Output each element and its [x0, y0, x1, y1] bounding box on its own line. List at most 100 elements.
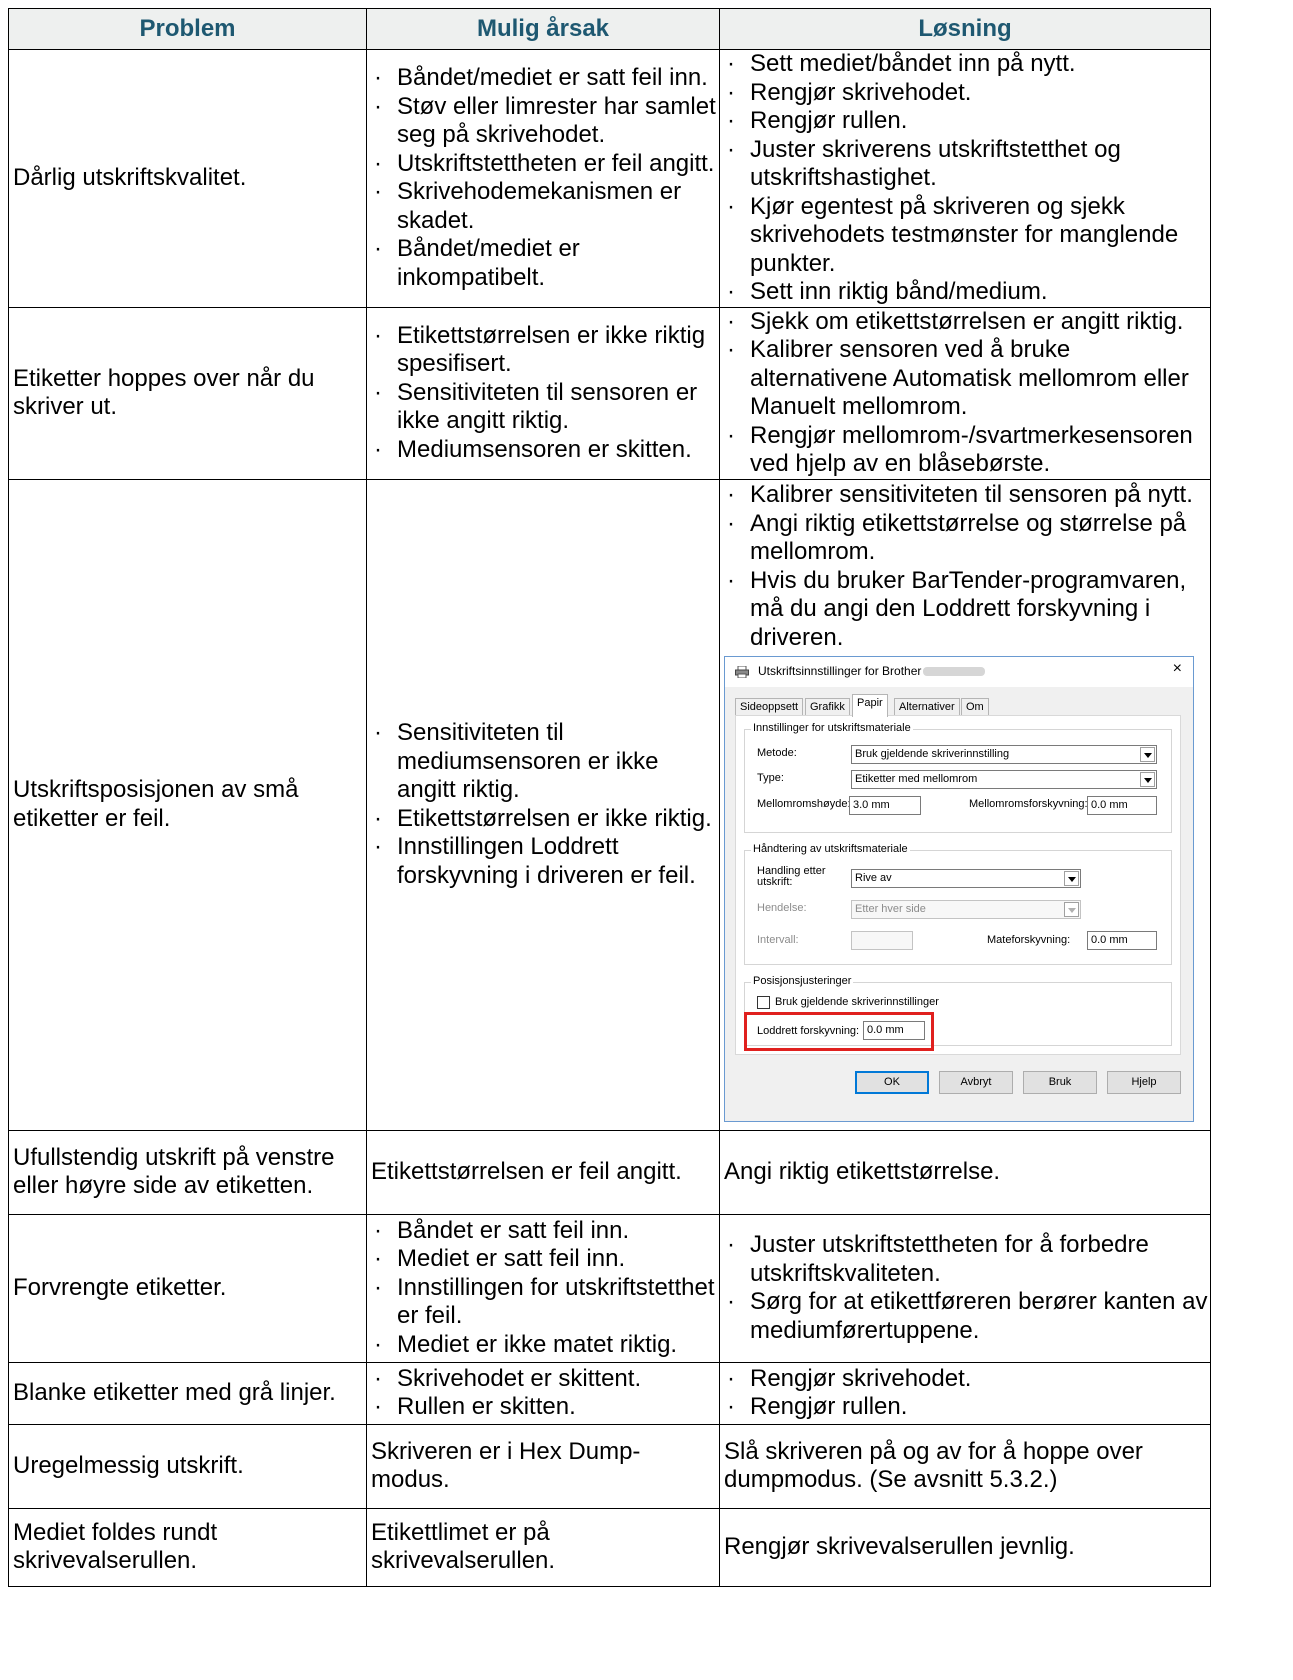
event-value: Etter hver side — [855, 903, 926, 915]
cause-item: Mediet er satt feil inn. — [371, 1245, 719, 1274]
problem-cell: Utskriftsposisjonen av små etiketter er … — [8, 478, 367, 1131]
solution-cell: Slå skriveren på og av for å hoppe over … — [719, 1423, 1211, 1509]
cause-item: Båndet/mediet er inkompatibelt. — [371, 235, 719, 292]
solution-cell: Kalibrer sensitiviteten til sensoren på … — [719, 478, 1211, 1131]
type-value: Etiketter med mellomrom — [855, 773, 978, 785]
cause-item: Båndet er satt feil inn. — [371, 1217, 719, 1246]
type-select[interactable]: Etiketter med mellomrom — [851, 770, 1157, 789]
cause-item: Skrivehodet er skittent. — [371, 1365, 719, 1394]
chevron-down-icon — [1064, 902, 1079, 917]
dialog-title: Utskriftsinnstillinger for Brother — [758, 664, 922, 678]
post-action-value: Rive av — [855, 872, 892, 884]
solution-item: Rengjør rullen. — [724, 107, 1210, 136]
chevron-down-icon — [1140, 747, 1155, 762]
post-action-label: Handling etter utskrift: — [757, 865, 826, 888]
table-row: Mediet foldes rundt skrivevalserullen. E… — [8, 1507, 1211, 1587]
solution-item: Juster utskriftstettheten for å forbedre… — [724, 1231, 1210, 1288]
solution-item: Rengjør mellomrom-/svartmerkesensoren ve… — [724, 422, 1210, 479]
method-value: Bruk gjeldende skriverinnstilling — [855, 748, 1010, 760]
solution-item: Rengjør skrivehodet. — [724, 79, 1210, 108]
cause-item: Mediumsensoren er skitten. — [371, 436, 719, 465]
solution-item: Kalibrer sensitiviteten til sensoren på … — [724, 481, 1210, 510]
printer-icon — [735, 666, 749, 678]
troubleshooting-table: Problem Mulig årsak Løsning Dårlig utskr… — [8, 8, 1211, 1587]
solution-cell: Juster utskriftstettheten for å forbedre… — [719, 1213, 1211, 1363]
method-select[interactable]: Bruk gjeldende skriverinnstilling — [851, 745, 1157, 764]
interval-label: Intervall: — [757, 934, 799, 946]
chevron-down-icon — [1140, 772, 1155, 787]
interval-input[interactable] — [851, 931, 913, 950]
problem-cell: Dårlig utskriftskvalitet. — [8, 49, 367, 308]
solution-item: Hvis du bruker BarTender-programvaren, m… — [724, 567, 1210, 653]
cause-item: Sensitiviteten til sensoren er ikke angi… — [371, 379, 719, 436]
dialog-title-bar: Utskriftsinnstillinger for Brother × — [725, 657, 1193, 687]
solution-item: Juster skriverens utskriftstetthet og ut… — [724, 136, 1210, 193]
cause-cell: Etikettstørrelsen er feil angitt. — [366, 1129, 720, 1215]
cause-item: Båndet/mediet er satt feil inn. — [371, 64, 719, 93]
cause-cell: Båndet er satt feil inn. Mediet er satt … — [366, 1213, 720, 1363]
help-button[interactable]: Hjelp — [1107, 1071, 1181, 1094]
event-label: Hendelse: — [757, 902, 807, 914]
solution-item: Sett mediet/båndet inn på nytt. — [724, 50, 1210, 79]
tab-grafikk[interactable]: Grafikk — [805, 698, 850, 716]
cause-item: Etikettstørrelsen er ikke riktig. — [371, 805, 719, 834]
method-label: Metode: — [757, 747, 797, 759]
cause-cell: Etikettstørrelsen er ikke riktig spesifi… — [366, 306, 720, 480]
solution-item: Kjør egentest på skriveren og sjekk skri… — [724, 193, 1210, 279]
cause-item: Støv eller limrester har samlet seg på s… — [371, 93, 719, 150]
table-row: Dårlig utskriftskvalitet. Båndet/mediet … — [8, 49, 1211, 308]
problem-cell: Etiketter hoppes over når du skriver ut. — [8, 306, 367, 480]
problem-cell: Forvrengte etiketter. — [8, 1213, 367, 1363]
use-current-label: Bruk gjeldende skriverinnstillinger — [775, 996, 939, 1008]
apply-button[interactable]: Bruk — [1023, 1071, 1097, 1094]
cause-cell: Skriveren er i Hex Dump-modus. — [366, 1423, 720, 1509]
solution-item: Rengjør skrivehodet. — [724, 1365, 1210, 1394]
header-cause: Mulig årsak — [366, 8, 720, 50]
gap-offset-label: Mellomromsforskyvning: — [969, 798, 1088, 810]
group-label: Posisjonsjusteringer — [751, 975, 854, 988]
post-action-select[interactable]: Rive av — [851, 869, 1081, 888]
gap-height-label: Mellomromshøyde: — [757, 798, 851, 810]
solution-item: Sørg for at etikettføreren berører kante… — [724, 1288, 1210, 1345]
close-icon[interactable]: × — [1173, 661, 1182, 677]
gap-height-input[interactable]: 3.0 mm — [849, 796, 921, 815]
table-row: Forvrengte etiketter. Båndet er satt fei… — [8, 1213, 1211, 1363]
gap-offset-input[interactable]: 0.0 mm — [1087, 796, 1157, 815]
cause-cell: Sensitiviteten til mediumsensoren er ikk… — [366, 478, 720, 1131]
ok-button[interactable]: OK — [855, 1071, 929, 1094]
tab-papir[interactable]: Papir — [852, 694, 888, 717]
table-row: Blanke etiketter med grå linjer. Skriveh… — [8, 1361, 1211, 1425]
group-label: Innstillinger for utskriftsmateriale — [751, 722, 913, 735]
feed-offset-input[interactable]: 0.0 mm — [1087, 931, 1157, 950]
header-solution: Løsning — [719, 8, 1211, 50]
table-row: Ufullstendig utskrift på venstre eller h… — [8, 1129, 1211, 1215]
feed-offset-label: Mateforskyvning: — [987, 934, 1071, 946]
cause-cell: Etikettlimet er på skrivevalserullen. — [366, 1507, 720, 1587]
event-select[interactable]: Etter hver side — [851, 900, 1081, 919]
solution-cell: Sjekk om etikettstørrelsen er angitt rik… — [719, 306, 1211, 480]
cause-item: Etikettstørrelsen er ikke riktig spesifi… — [371, 322, 719, 379]
highlight-box — [744, 1012, 934, 1051]
chevron-down-icon — [1064, 871, 1079, 886]
redacted-model-name — [923, 667, 985, 676]
tab-panel-papir: Innstillinger for utskriftsmateriale Met… — [735, 715, 1181, 1055]
use-current-checkbox[interactable] — [757, 996, 770, 1009]
cancel-button[interactable]: Avbryt — [939, 1071, 1013, 1094]
solution-cell: Rengjør skrivehodet. Rengjør rullen. — [719, 1361, 1211, 1425]
table-row: Etiketter hoppes over når du skriver ut.… — [8, 306, 1211, 480]
media-handling-group: Håndtering av utskriftsmateriale Handlin… — [744, 843, 1172, 965]
type-label: Type: — [757, 772, 784, 784]
tab-om[interactable]: Om — [961, 698, 989, 716]
printing-preferences-dialog: Utskriftsinnstillinger for Brother × Sid… — [724, 656, 1194, 1122]
tab-alternativer[interactable]: Alternativer — [894, 698, 960, 716]
cause-item: Innstillingen for utskriftstetthet er fe… — [371, 1274, 719, 1331]
cause-item: Innstillingen Loddrett forskyvning i dri… — [371, 833, 719, 890]
tab-sideoppsett[interactable]: Sideoppsett — [735, 698, 804, 716]
cause-item: Sensitiviteten til mediumsensoren er ikk… — [371, 719, 719, 805]
solution-item: Kalibrer sensoren ved å bruke alternativ… — [724, 336, 1210, 422]
solution-item: Sjekk om etikettstørrelsen er angitt rik… — [724, 308, 1210, 337]
solution-cell: Angi riktig etikettstørrelse. — [719, 1129, 1211, 1215]
solution-item: Rengjør rullen. — [724, 1393, 1210, 1422]
cause-cell: Båndet/mediet er satt feil inn. Støv ell… — [366, 49, 720, 308]
table-row: Utskriftsposisjonen av små etiketter er … — [8, 478, 1211, 1131]
